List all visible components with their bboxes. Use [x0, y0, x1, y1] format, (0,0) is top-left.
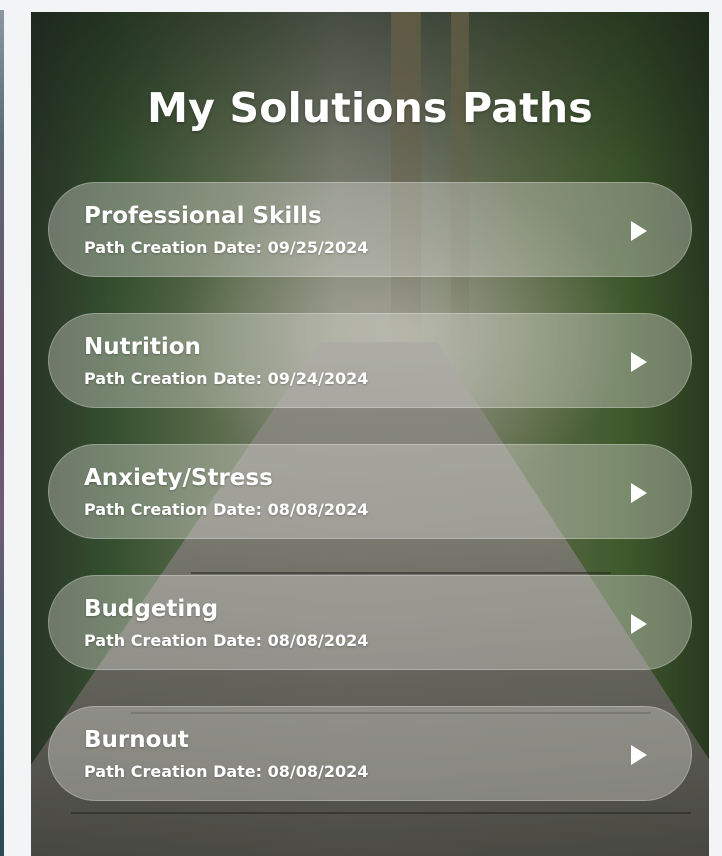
path-item-burnout[interactable]: Burnout Path Creation Date: 08/08/2024	[48, 706, 692, 801]
page: My Solutions Paths Professional Skills P…	[0, 0, 722, 856]
path-name: Professional Skills	[84, 203, 322, 229]
path-name: Burnout	[84, 727, 189, 753]
play-triangle-icon	[631, 483, 647, 503]
path-name: Budgeting	[84, 596, 219, 622]
previous-card-edge	[0, 10, 4, 856]
path-item-budgeting[interactable]: Budgeting Path Creation Date: 08/08/2024	[48, 575, 692, 670]
path-item-professional-skills[interactable]: Professional Skills Path Creation Date: …	[48, 182, 692, 277]
path-creation-date: Path Creation Date: 09/24/2024	[84, 369, 369, 388]
path-creation-date: Path Creation Date: 08/08/2024	[84, 762, 369, 781]
path-creation-date: Path Creation Date: 08/08/2024	[84, 631, 369, 650]
play-triangle-icon	[631, 745, 647, 765]
solutions-paths-card: My Solutions Paths Professional Skills P…	[31, 12, 709, 856]
path-creation-date: Path Creation Date: 09/25/2024	[84, 238, 369, 257]
play-triangle-icon	[631, 614, 647, 634]
path-creation-date: Path Creation Date: 08/08/2024	[84, 500, 369, 519]
path-list: Professional Skills Path Creation Date: …	[48, 182, 692, 837]
page-title: My Solutions Paths	[147, 84, 593, 132]
path-item-anxiety-stress[interactable]: Anxiety/Stress Path Creation Date: 08/08…	[48, 444, 692, 539]
play-triangle-icon	[631, 352, 647, 372]
path-name: Anxiety/Stress	[84, 465, 273, 491]
path-name: Nutrition	[84, 334, 201, 360]
path-item-nutrition[interactable]: Nutrition Path Creation Date: 09/24/2024	[48, 313, 692, 408]
play-triangle-icon	[631, 221, 647, 241]
